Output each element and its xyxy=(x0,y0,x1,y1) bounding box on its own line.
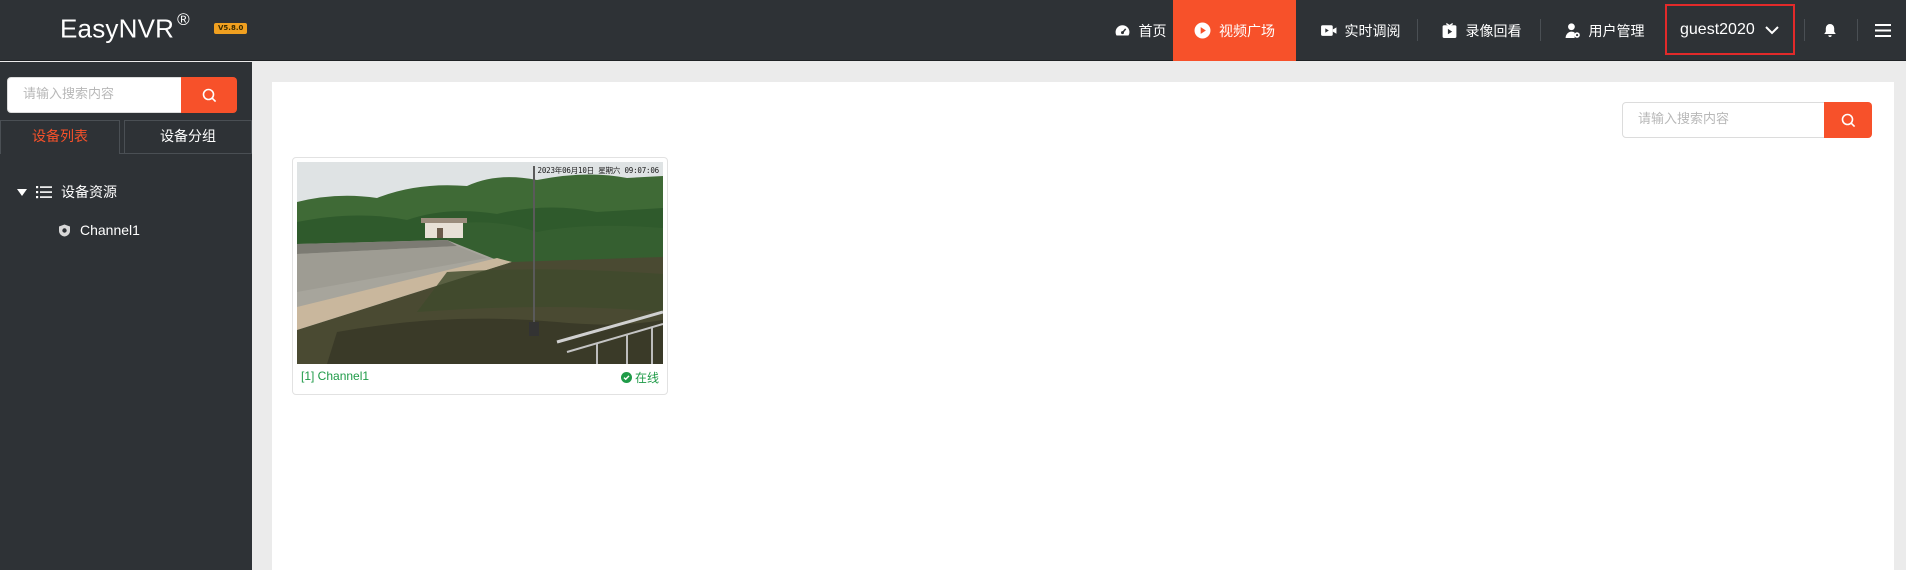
version-badge: V5.8.0 xyxy=(214,23,248,34)
menu-button[interactable] xyxy=(1870,0,1896,61)
chevron-down-icon xyxy=(1765,26,1779,35)
nav-video-square[interactable]: 视频广场 xyxy=(1173,0,1296,61)
search-icon xyxy=(1841,113,1855,127)
main-search-input[interactable]: 请输入搜索内容 xyxy=(1622,102,1826,138)
tree-item-channel[interactable]: Channel1 xyxy=(58,222,140,238)
sidebar-search-input[interactable]: 请输入搜索内容 xyxy=(7,77,182,113)
hamburger-menu-icon xyxy=(1875,24,1891,37)
nav-divider xyxy=(1857,19,1858,41)
user-gear-icon xyxy=(1565,23,1580,38)
username-label: guest2020 xyxy=(1680,20,1755,38)
search-icon xyxy=(202,88,216,102)
nav-playback[interactable]: 录像回看 xyxy=(1420,0,1542,61)
user-dropdown[interactable]: guest2020 xyxy=(1665,4,1795,55)
nav-live-view[interactable]: 实时调阅 xyxy=(1300,0,1420,61)
tree-item-label: Channel1 xyxy=(80,222,140,238)
tab-device-list[interactable]: 设备列表 xyxy=(0,120,120,154)
bell-icon xyxy=(1824,24,1836,37)
sidebar-search-button[interactable] xyxy=(181,77,237,113)
caret-down-icon xyxy=(17,189,27,196)
tab-divider xyxy=(120,153,252,154)
nav-divider xyxy=(1804,19,1805,41)
video-camera-icon xyxy=(1320,25,1336,36)
sidebar: 请输入搜索内容 设备列表 设备分组 设备资源 Channel1 xyxy=(0,62,252,570)
video-thumbnail[interactable]: 2023年06月10日 星期六 09:07:06 xyxy=(297,162,663,364)
notification-button[interactable] xyxy=(1818,0,1842,61)
tree-root-label: 设备资源 xyxy=(61,185,117,201)
status-label: 在线 xyxy=(634,371,659,385)
app-logo[interactable]: EasyNVR ® xyxy=(60,10,190,45)
nav-divider xyxy=(1540,19,1541,41)
nav-user-management[interactable]: 用户管理 xyxy=(1543,0,1665,61)
playback-icon xyxy=(1442,23,1456,38)
channel-name: [1] Channel1 xyxy=(301,369,370,383)
reservoir-scene-image xyxy=(297,162,663,364)
camera-icon xyxy=(59,224,70,236)
dashboard-icon xyxy=(1115,25,1129,36)
main-content: 请输入搜索内容 2023年06月10日 星期六 09:07:06 [1] Cha… xyxy=(272,82,1894,570)
status-badge: 在线 xyxy=(620,369,659,386)
tree-root-device-resources[interactable]: 设备资源 xyxy=(16,182,117,202)
nav-divider xyxy=(1417,19,1418,41)
play-circle-icon xyxy=(1194,22,1211,39)
channel-card[interactable]: 2023年06月10日 星期六 09:07:06 [1] Channel1 在线 xyxy=(292,157,668,395)
tab-device-group[interactable]: 设备分组 xyxy=(124,120,252,154)
main-search-button[interactable] xyxy=(1824,102,1872,138)
top-navbar: EasyNVR ® V5.8.0 首页 视频广场 实时调阅 录像回看 用户管理 g… xyxy=(0,0,1906,61)
check-circle-icon xyxy=(620,372,632,383)
video-timestamp-overlay: 2023年06月10日 星期六 09:07:06 xyxy=(537,166,660,175)
sidebar-tabs: 设备列表 设备分组 xyxy=(0,120,252,154)
list-icon xyxy=(36,186,52,199)
